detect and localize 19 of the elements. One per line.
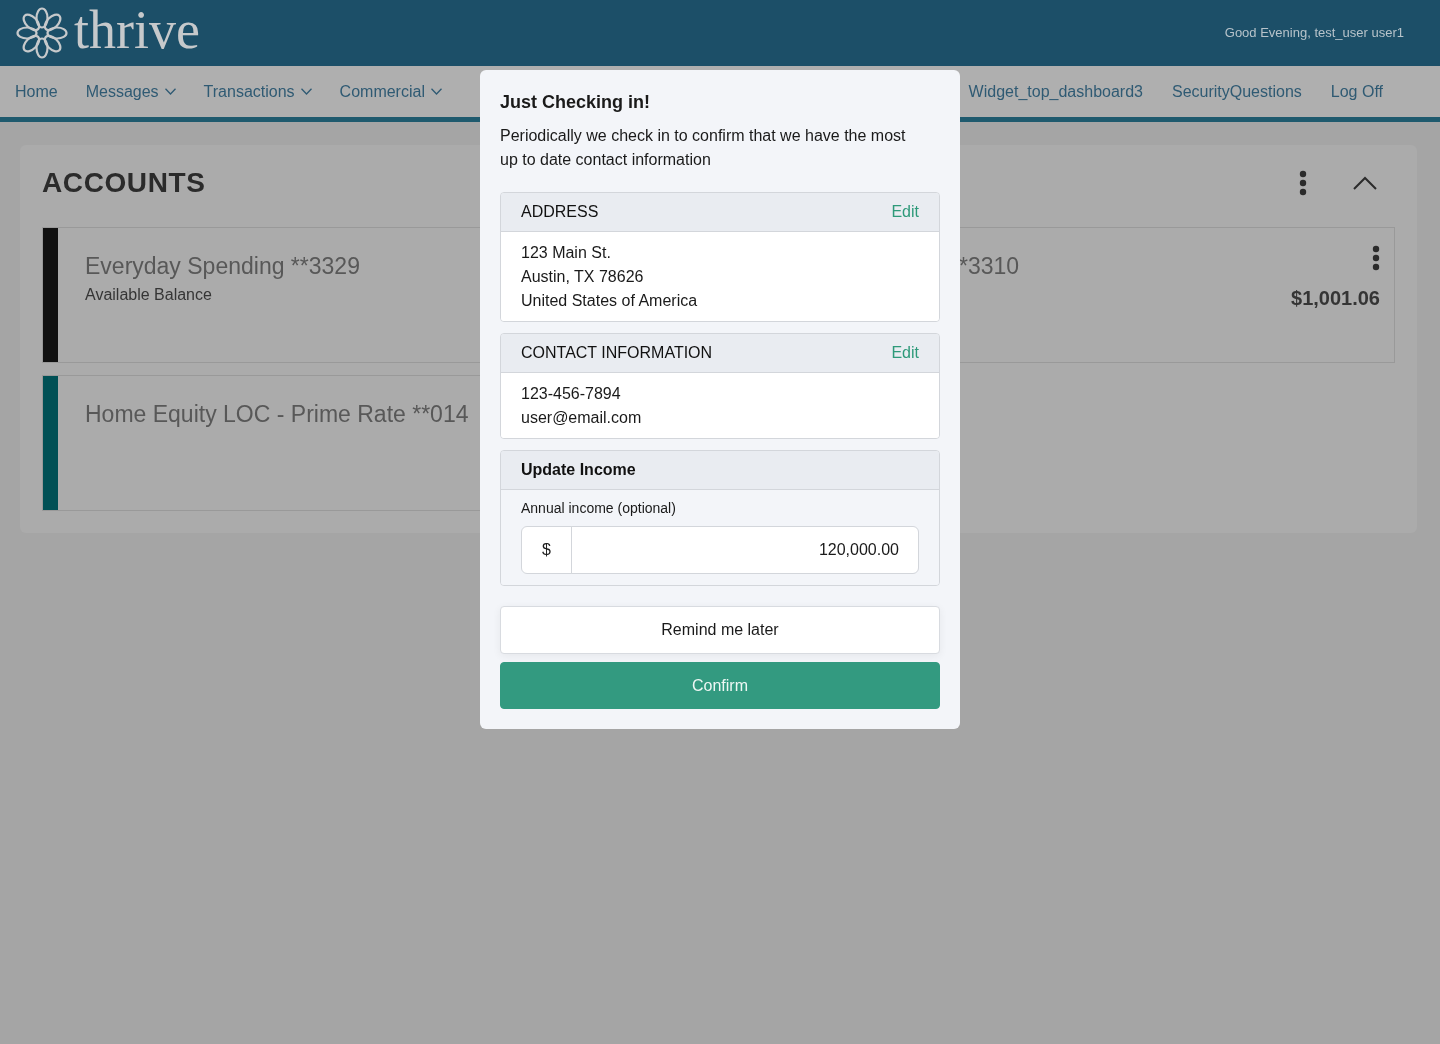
- account-name: Home Equity LOC - Prime Rate **014: [85, 400, 469, 429]
- info-text: Austin, TX 78626: [521, 267, 645, 287]
- info-text: 123 Main St.: [521, 243, 612, 263]
- greeting-text: Good Evening, test_user user1: [1224, 24, 1404, 43]
- logo-text: thrive: [74, 3, 200, 57]
- section-heading: Update Income: [521, 460, 636, 480]
- account-balance: $1,001.06: [1291, 286, 1380, 311]
- balance-label: Available Balance: [85, 285, 213, 305]
- info-text: 123-456-7894: [521, 384, 622, 404]
- dialog-title: Just Checking in!: [500, 91, 652, 114]
- account-name: Everyday Spending **3329: [85, 252, 360, 281]
- section-heading: ADDRESS: [521, 202, 599, 222]
- account-name: *3310: [959, 252, 1020, 281]
- dialog-message: Periodically we check in to confirm that we have the most up to date contact information: [500, 126, 907, 170]
- info-text: United States of America: [521, 291, 699, 311]
- section-heading: CONTACT INFORMATION: [521, 343, 713, 363]
- panel-title: ACCOUNTS: [42, 166, 206, 200]
- info-text: user@email.com: [521, 408, 643, 428]
- currency-prefix: $: [521, 526, 572, 574]
